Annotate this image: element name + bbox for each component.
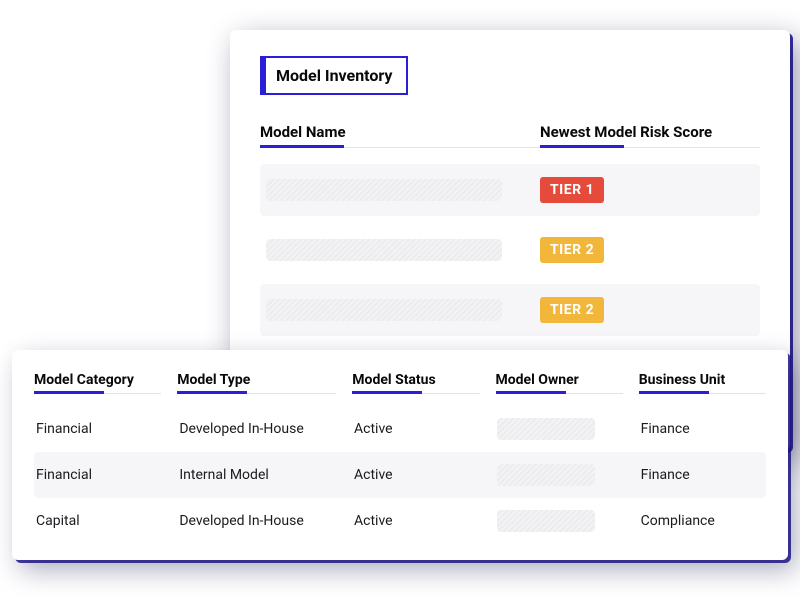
table-row: Capital Developed In-House Active Compli… bbox=[34, 498, 766, 544]
placeholder-cell bbox=[497, 418, 595, 440]
table-row: TIER 2 bbox=[260, 284, 760, 336]
table-row: TIER 2 bbox=[260, 224, 760, 276]
risk-table-header: Model Name Newest Model Risk Score bbox=[260, 123, 760, 148]
card-title: Model Inventory bbox=[276, 66, 392, 85]
card-title-box: Model Inventory bbox=[260, 56, 408, 95]
cell-type: Developed In-House bbox=[177, 421, 336, 437]
cell-unit: Compliance bbox=[639, 513, 766, 529]
column-header-owner: Model Owner bbox=[496, 372, 623, 394]
tier-badge: TIER 2 bbox=[540, 297, 604, 323]
cell-type: Developed In-House bbox=[177, 513, 336, 529]
cell-category: Financial bbox=[34, 467, 161, 483]
cell-unit: Finance bbox=[639, 467, 766, 483]
placeholder-cell bbox=[266, 239, 502, 261]
placeholder-cell bbox=[266, 299, 502, 321]
column-header-risk-score: Newest Model Risk Score bbox=[540, 123, 760, 148]
tier-badge: TIER 2 bbox=[540, 237, 604, 263]
cell-owner bbox=[495, 510, 622, 532]
risk-table-body: TIER 1 TIER 2 TIER 2 bbox=[260, 164, 760, 336]
cell-category: Financial bbox=[34, 421, 161, 437]
cell-status: Active bbox=[352, 513, 479, 529]
placeholder-cell bbox=[497, 510, 595, 532]
column-header-type: Model Type bbox=[177, 372, 336, 394]
column-header-category: Model Category bbox=[34, 372, 161, 394]
cell-status: Active bbox=[352, 421, 479, 437]
model-details-card: Model Category Model Type Model Status M… bbox=[12, 350, 788, 560]
table-row: TIER 1 bbox=[260, 164, 760, 216]
column-header-model-name: Model Name bbox=[260, 123, 540, 148]
placeholder-cell bbox=[497, 464, 595, 486]
cell-unit: Finance bbox=[639, 421, 766, 437]
cell-status: Active bbox=[352, 467, 479, 483]
cell-owner bbox=[495, 464, 622, 486]
cell-type: Internal Model bbox=[177, 467, 336, 483]
details-table-header: Model Category Model Type Model Status M… bbox=[34, 372, 766, 394]
placeholder-cell bbox=[266, 179, 502, 201]
table-row: Financial Internal Model Active Finance bbox=[34, 452, 766, 498]
column-header-status: Model Status bbox=[352, 372, 479, 394]
cell-category: Capital bbox=[34, 513, 161, 529]
column-header-unit: Business Unit bbox=[639, 372, 766, 394]
cell-owner bbox=[495, 418, 622, 440]
tier-badge: TIER 1 bbox=[540, 177, 604, 203]
table-row: Financial Developed In-House Active Fina… bbox=[34, 406, 766, 452]
